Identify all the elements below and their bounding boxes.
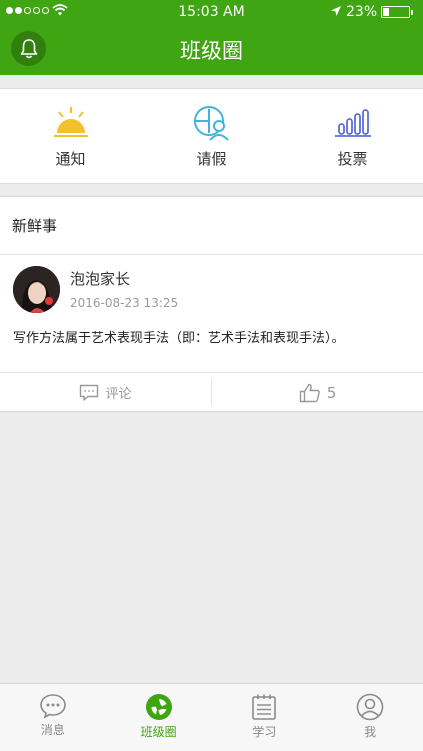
tab-messages-label: 消息: [40, 723, 65, 737]
chat-bubble-icon: [40, 694, 66, 719]
page-title: 班级圈: [180, 39, 243, 63]
person-icon: [356, 693, 384, 721]
bottom-tab-bar: 消息 班级圈 学习 我: [0, 683, 423, 751]
tab-messages[interactable]: 消息: [0, 684, 106, 751]
tab-class-circle[interactable]: 班级圈: [106, 684, 212, 751]
battery-icon: [381, 6, 413, 18]
notebook-icon: [252, 694, 277, 720]
action-notice-label: 通知: [55, 150, 86, 168]
avatar-portrait-icon: [13, 266, 60, 313]
tab-study-label: 学习: [252, 725, 277, 739]
calendar-person-icon: [193, 106, 229, 141]
top-header: 15:03 AM 23% 班级圈: [0, 0, 423, 75]
tab-me[interactable]: 我: [317, 684, 423, 751]
battery-percent: 23%: [346, 4, 378, 20]
bar-chart-icon: [334, 109, 371, 137]
action-leave-label: 请假: [196, 150, 227, 168]
quick-actions: 通知 请假 投票: [0, 88, 423, 184]
sunrise-icon: [53, 107, 88, 137]
news-feed: 新鲜事 泡泡家长 2016-08-23 13:25 写作方法属于艺术表现手法（即…: [0, 196, 423, 412]
action-notice[interactable]: 通知: [0, 89, 141, 183]
status-bar: 15:03 AM 23%: [0, 0, 423, 24]
feed-post[interactable]: 泡泡家长 2016-08-23 13:25 写作方法属于艺术表现手法（即：艺术手…: [0, 255, 423, 373]
post-time: 2016-08-23 13:25: [70, 296, 179, 310]
post-author: 泡泡家长: [70, 270, 131, 288]
post-content: 写作方法属于艺术表现手法（即：艺术手法和表现手法）。: [13, 331, 345, 346]
action-leave[interactable]: 请假: [141, 89, 282, 183]
location-arrow-icon: [331, 6, 341, 16]
thumbs-up-icon: [299, 383, 320, 402]
tab-me-label: 我: [364, 725, 377, 739]
post-actions-bar: 评论 5: [0, 373, 423, 412]
tab-study[interactable]: 学习: [212, 684, 318, 751]
comment-icon: [80, 384, 99, 401]
comment-label: 评论: [105, 387, 132, 402]
avatar[interactable]: [13, 266, 60, 313]
camera-aperture-icon: [145, 694, 172, 720]
action-vote[interactable]: 投票: [282, 89, 423, 183]
feed-title: 新鲜事: [0, 197, 423, 255]
like-count: 5: [326, 383, 337, 402]
action-vote-label: 投票: [337, 150, 368, 168]
comment-button[interactable]: 评论: [0, 373, 211, 412]
like-button[interactable]: 5: [212, 373, 423, 412]
tab-class-circle-label: 班级圈: [140, 725, 177, 739]
